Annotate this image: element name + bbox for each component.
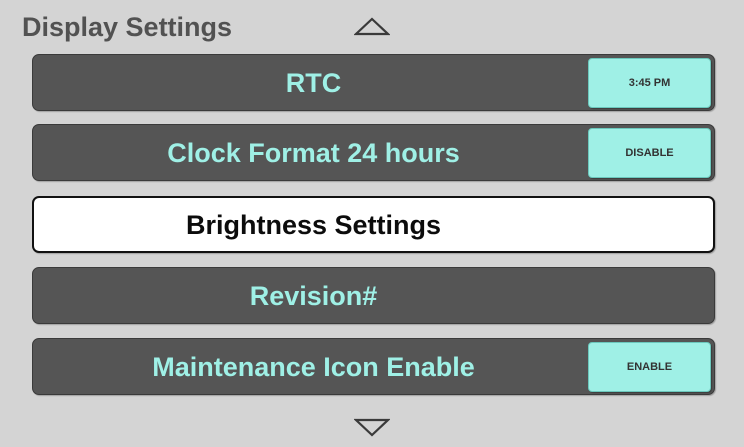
menu-item-brightness-settings[interactable]: Brightness Settings	[32, 196, 715, 253]
scroll-down-button[interactable]	[353, 418, 391, 443]
menu-item-label: Maintenance Icon Enable	[152, 352, 475, 382]
triangle-down-icon	[353, 418, 391, 437]
maintenance-icon-toggle-button[interactable]: ENABLE	[588, 342, 711, 392]
menu-item-revision[interactable]: Revision#	[32, 267, 715, 324]
menu-item-label: Revision#	[249, 281, 378, 311]
page-title: Display Settings	[22, 12, 233, 42]
rtc-time-button[interactable]: 3:45 PM	[588, 58, 711, 108]
menu-item-clock-format[interactable]: Clock Format 24 hours DISABLE	[32, 124, 715, 181]
menu-item-maintenance-icon[interactable]: Maintenance Icon Enable ENABLE	[32, 338, 715, 395]
menu-item-label: Brightness Settings	[185, 210, 442, 240]
menu-item-label: RTC	[285, 68, 342, 98]
scroll-up-button[interactable]	[353, 17, 391, 42]
clock-format-toggle-button[interactable]: DISABLE	[588, 128, 711, 178]
triangle-up-icon	[353, 17, 391, 36]
menu-item-label: Clock Format 24 hours	[167, 138, 460, 168]
menu-item-rtc[interactable]: RTC 3:45 PM	[32, 54, 715, 111]
